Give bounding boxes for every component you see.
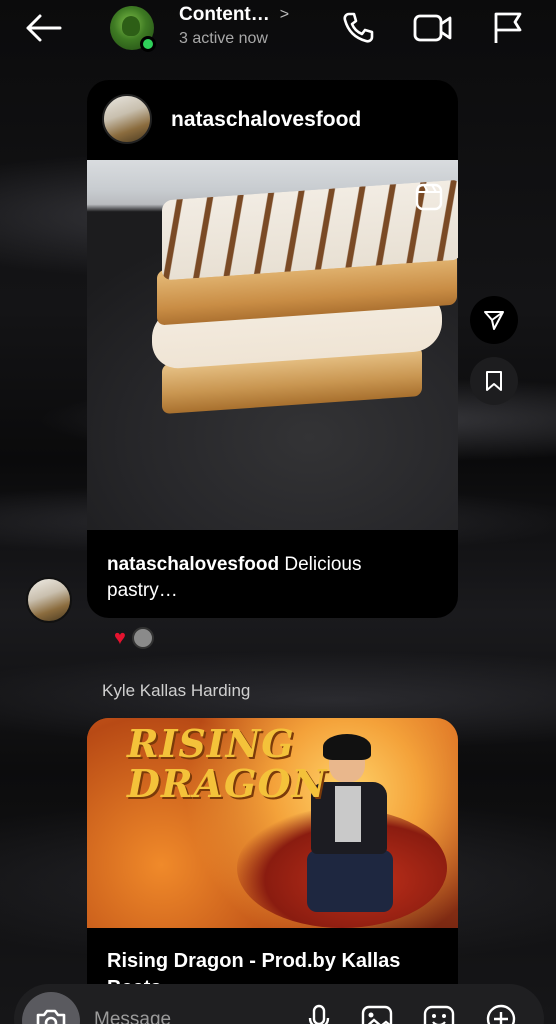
shared-reel-card[interactable]: RISING DRAGON Rising Dragon - Prod.by Ka…	[87, 718, 458, 1018]
chat-header: Content… > 3 active now	[0, 0, 556, 62]
post-caption[interactable]: nataschalovesfood Delicious pastry…	[107, 552, 437, 604]
video-icon	[413, 14, 452, 42]
gallery-button[interactable]	[360, 1002, 394, 1024]
report-button[interactable]	[487, 10, 527, 46]
phone-icon	[343, 12, 374, 43]
heart-reaction-icon: ♥	[114, 627, 126, 649]
sticker-button[interactable]	[422, 1002, 456, 1024]
shared-post-header[interactable]: nataschalovesfood	[87, 80, 458, 160]
group-avatar[interactable]	[110, 6, 156, 52]
post-author-avatar[interactable]	[102, 94, 152, 144]
sender-name: Kyle Kallas Harding	[102, 681, 251, 700]
plus-icon	[486, 1004, 516, 1024]
call-button[interactable]	[338, 10, 378, 46]
voice-message-button[interactable]	[302, 1002, 336, 1024]
reactor-avatar	[131, 627, 154, 649]
reel-icon	[415, 183, 443, 211]
gallery-icon	[361, 1005, 393, 1024]
chevron-right-icon: >	[279, 6, 290, 23]
mic-icon	[308, 1004, 330, 1024]
back-arrow-icon	[26, 14, 62, 42]
message-composer: Message	[14, 984, 544, 1024]
chat-title: Content…	[179, 4, 270, 25]
save-post-button[interactable]	[470, 357, 518, 405]
reel-thumbnail[interactable]: RISING DRAGON	[87, 718, 458, 928]
share-icon	[484, 311, 504, 330]
message-input[interactable]: Message	[94, 1009, 171, 1024]
chat-title-block[interactable]: Content… > 3 active now	[179, 4, 289, 48]
more-button[interactable]	[484, 1002, 518, 1024]
back-button[interactable]	[22, 10, 64, 46]
message-reactions[interactable]: ♥	[108, 624, 160, 652]
post-image[interactable]	[87, 160, 458, 530]
shared-post-card[interactable]: nataschalovesfood nataschalovesfood Deli…	[87, 80, 458, 618]
online-indicator	[140, 36, 156, 52]
bookmark-icon	[486, 371, 502, 391]
camera-icon	[36, 1009, 66, 1024]
flag-icon	[494, 12, 522, 43]
camera-button[interactable]	[22, 992, 80, 1024]
share-post-button[interactable]	[470, 296, 518, 344]
active-status: 3 active now	[179, 30, 268, 47]
sender-avatar[interactable]	[26, 577, 72, 623]
sticker-icon	[423, 1005, 455, 1024]
video-call-button[interactable]	[410, 10, 456, 46]
caption-username: nataschalovesfood	[107, 554, 280, 575]
post-author-username[interactable]: nataschalovesfood	[171, 108, 361, 132]
thumbnail-title: RISING DRAGON	[127, 721, 328, 806]
